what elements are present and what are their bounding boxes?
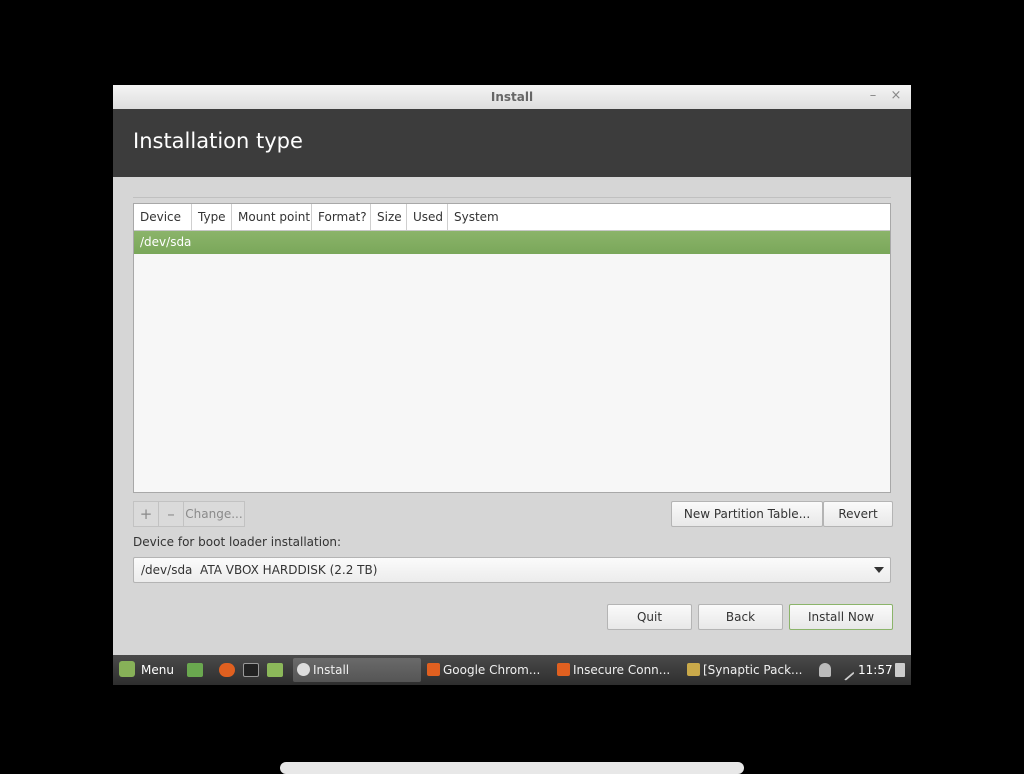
menu-button[interactable]: Menu bbox=[117, 659, 177, 681]
column-type[interactable]: Type bbox=[192, 204, 232, 230]
volume-icon[interactable] bbox=[895, 663, 905, 677]
table-header: Device Type Mount point Format? Size Use… bbox=[134, 204, 890, 231]
firefox-icon bbox=[557, 663, 570, 676]
show-desktop-icon[interactable] bbox=[187, 663, 203, 677]
partition-table[interactable]: Device Type Mount point Format? Size Use… bbox=[133, 203, 891, 493]
close-button[interactable]: × bbox=[888, 88, 904, 104]
column-device[interactable]: Device bbox=[134, 204, 192, 230]
installer-window: Install – × Installation type Device Typ… bbox=[113, 85, 911, 685]
bootloader-selected-value: /dev/sda ATA VBOX HARDDISK (2.2 TB) bbox=[141, 563, 378, 577]
window-title: Install bbox=[490, 90, 534, 104]
taskbar-window-label: [Synaptic Pack... bbox=[703, 663, 803, 677]
taskbar: Menu Install Google Chrom... Insecure Co… bbox=[113, 655, 911, 685]
divider bbox=[133, 197, 891, 198]
page-title: Installation type bbox=[133, 129, 303, 153]
mint-logo-icon bbox=[119, 661, 135, 677]
taskbar-window-label: Install bbox=[313, 663, 350, 677]
package-icon bbox=[687, 663, 700, 676]
add-partition-button[interactable]: + bbox=[134, 502, 159, 526]
taskbar-window-install[interactable]: Install bbox=[293, 658, 421, 682]
new-partition-table-button[interactable]: New Partition Table... bbox=[671, 501, 823, 527]
title-bar[interactable]: Install – × bbox=[113, 85, 911, 110]
column-used[interactable]: Used bbox=[407, 204, 448, 230]
taskbar-window-chrome[interactable]: Google Chrom... bbox=[423, 658, 549, 682]
remove-partition-button[interactable]: – bbox=[159, 502, 184, 526]
back-button[interactable]: Back bbox=[698, 604, 783, 630]
table-row[interactable]: /dev/sda bbox=[134, 231, 890, 254]
change-partition-button[interactable]: Change... bbox=[184, 502, 244, 526]
column-mount-point[interactable]: Mount point bbox=[232, 204, 312, 230]
revert-button[interactable]: Revert bbox=[823, 501, 893, 527]
column-size[interactable]: Size bbox=[371, 204, 407, 230]
column-system[interactable]: System bbox=[448, 204, 890, 230]
clock[interactable]: 11:57 bbox=[858, 659, 893, 681]
row-device-cell: /dev/sda bbox=[140, 235, 192, 249]
browser-icon bbox=[427, 663, 440, 676]
taskbar-window-insecure[interactable]: Insecure Conn... bbox=[553, 658, 679, 682]
quit-button[interactable]: Quit bbox=[607, 604, 692, 630]
minimize-button[interactable]: – bbox=[865, 88, 881, 104]
column-format[interactable]: Format? bbox=[312, 204, 371, 230]
firefox-launcher-icon[interactable] bbox=[219, 663, 235, 677]
taskbar-window-label: Google Chrom... bbox=[443, 663, 541, 677]
user-icon[interactable] bbox=[819, 663, 831, 677]
install-disc-icon bbox=[297, 663, 310, 676]
menu-label: Menu bbox=[141, 663, 174, 677]
terminal-launcher-icon[interactable] bbox=[243, 663, 259, 677]
install-now-button[interactable]: Install Now bbox=[789, 604, 893, 630]
taskbar-window-synaptic[interactable]: [Synaptic Pack... bbox=[683, 658, 809, 682]
dropdown-arrow-icon bbox=[874, 567, 884, 573]
dock-edge bbox=[280, 762, 744, 774]
bootloader-label: Device for boot loader installation: bbox=[133, 535, 342, 549]
files-launcher-icon[interactable] bbox=[267, 663, 283, 677]
network-icon[interactable] bbox=[835, 661, 855, 681]
partition-toolbar: + – Change... bbox=[133, 501, 245, 527]
bootloader-device-select[interactable]: /dev/sda ATA VBOX HARDDISK (2.2 TB) bbox=[133, 557, 891, 583]
taskbar-window-label: Insecure Conn... bbox=[573, 663, 671, 677]
page-header: Installation type bbox=[113, 109, 911, 177]
